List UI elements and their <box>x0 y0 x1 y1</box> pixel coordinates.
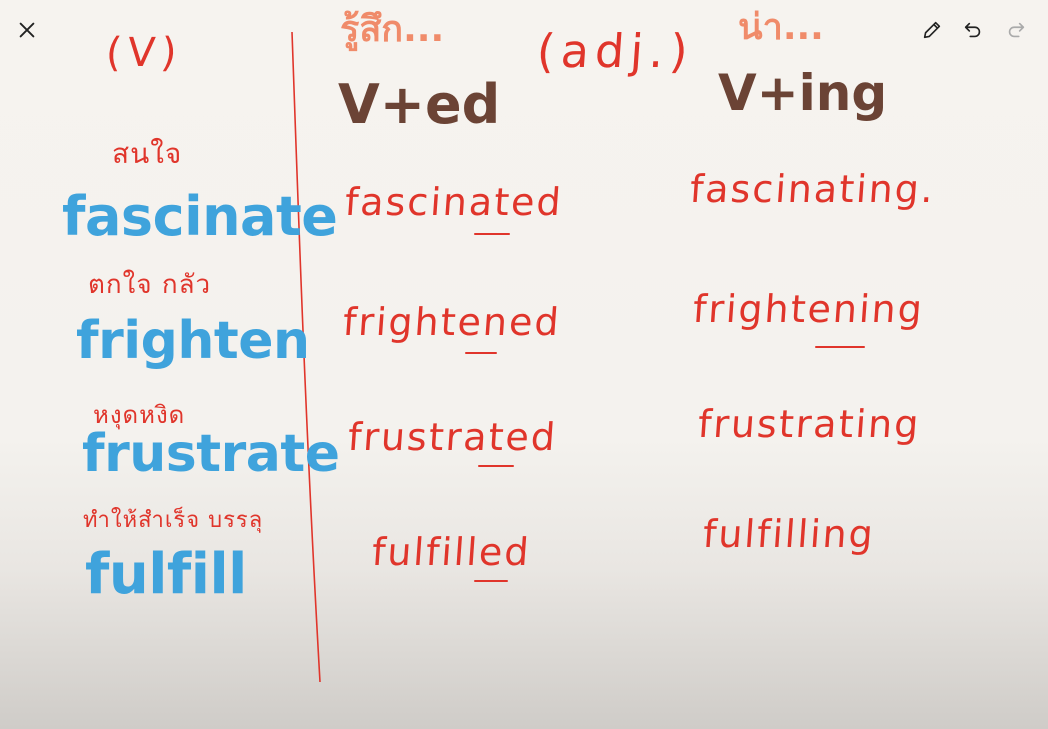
ed-underline-3 <box>478 465 514 467</box>
ing-underline-2 <box>815 346 865 348</box>
ing-form-4: fulfilling <box>701 512 877 556</box>
ed-underline-4 <box>474 580 508 582</box>
adj-header: (adj.) <box>535 24 696 78</box>
ed-form-2: frightened <box>341 300 563 344</box>
verb-3: frustrate <box>82 424 340 484</box>
ing-form-3: frustrating <box>696 402 922 446</box>
ing-form-1: fascinating. <box>688 167 937 211</box>
verb-header: (V) <box>104 30 185 76</box>
ed-heading-thai: รู้สึก... <box>340 9 445 50</box>
ed-underline-2 <box>465 352 497 354</box>
ing-form-2: frightening <box>691 287 926 331</box>
ed-form-3: frustrated <box>346 415 559 459</box>
thai-meaning-2: ตกใจ กลัว <box>88 270 212 300</box>
verb-2: frighten <box>76 311 310 371</box>
ed-underline-1 <box>474 233 510 235</box>
thai-meaning-4: ทำให้สำเร็จ บรรลุ <box>83 508 264 533</box>
ed-form-4: fulfilled <box>370 530 533 574</box>
verb-4: fulfill <box>85 542 247 607</box>
ing-heading: V+ing <box>718 64 888 122</box>
ing-heading-thai: น่า... <box>738 7 824 48</box>
verb-1: fascinate <box>62 185 338 248</box>
whiteboard-canvas[interactable]: (V) สนใจ fascinate ตกใจ กลัว frighten หง… <box>0 0 1048 729</box>
ed-form-1: fascinated <box>343 180 565 224</box>
thai-meaning-1: สนใจ <box>112 137 183 170</box>
ed-heading: V+ed <box>338 73 501 136</box>
